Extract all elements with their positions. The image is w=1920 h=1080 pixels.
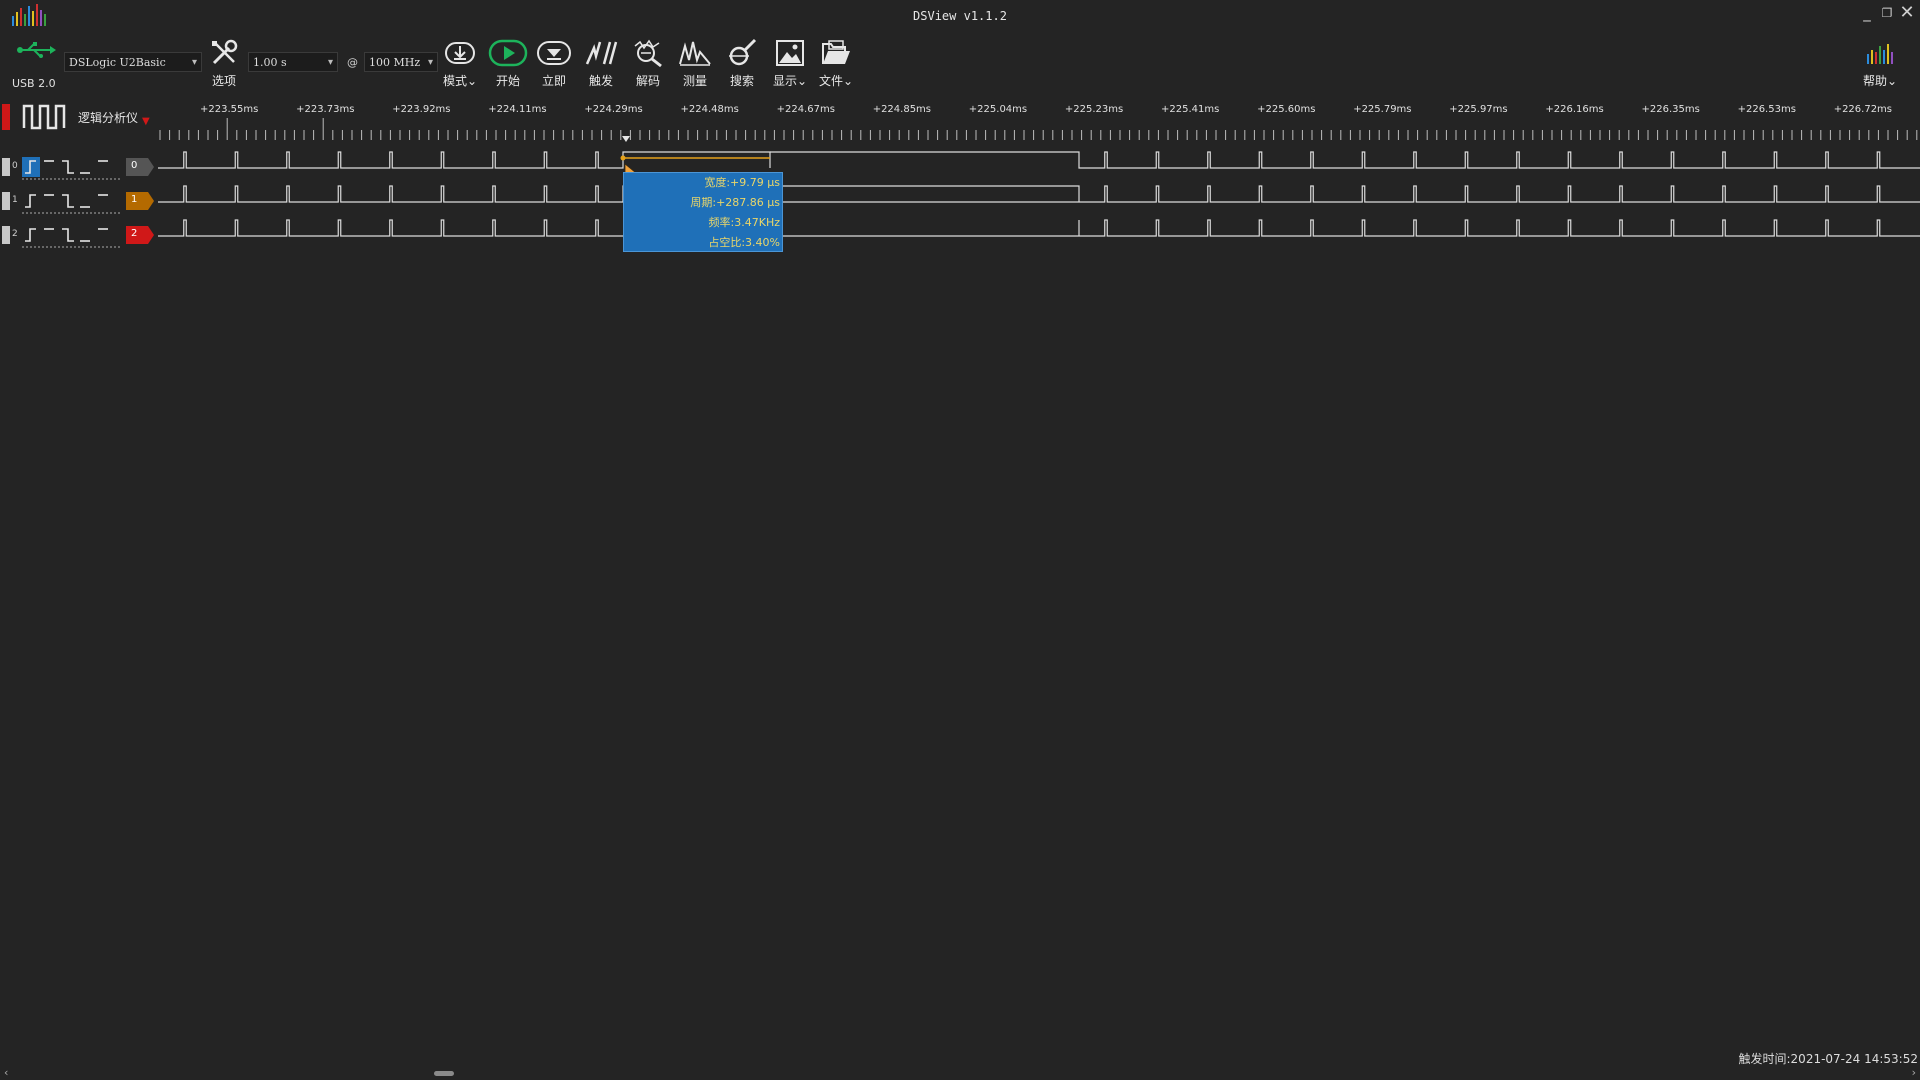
channel-badge-label: 1 [131,194,138,205]
options-label: 选项 [211,74,236,88]
options-button[interactable]: 选项 [202,38,246,94]
square-wave-icon [22,104,66,130]
channel-0-waveform [158,151,771,169]
sample-rate-select[interactable]: 100 MHz ▾ [364,52,438,72]
channel-badge-label: 2 [131,228,138,239]
duration-value: 1.00 s [253,56,287,69]
measurement-cursor-handle[interactable] [620,155,626,161]
chevron-down-icon: ⌄ [466,74,478,88]
analyzer-mode-title[interactable]: 逻辑分析仪 [78,109,138,126]
file-label: 文件⌄ [814,72,858,89]
duration-select[interactable]: 1.00 s ▾ [248,52,338,72]
device-select[interactable]: DSLogic U2Basic ▾ [64,52,202,72]
minimize-button[interactable]: _ [1858,4,1876,22]
display-label: 显示⌄ [768,72,812,89]
file-button[interactable]: 文件⌄ [814,38,858,94]
usb-version-label: USB 2.0 [12,77,56,90]
chevron-down-icon: ▾ [327,57,333,68]
mode-label-text: 模式 [442,74,467,88]
measure-label: 测量 [682,74,707,88]
channel-handle[interactable] [2,226,10,244]
trigger-type-icons[interactable] [22,224,122,248]
ruler-ticks [159,118,1918,142]
mode-button[interactable]: 模式⌄ [438,38,482,94]
device-select-value: DSLogic U2Basic [69,56,166,69]
chevron-down-icon: ⌄ [796,74,808,88]
close-button[interactable]: ✕ [1898,4,1916,22]
trigger-time: 触发时间:2021-07-24 14:53:52 [1738,1052,1919,1066]
image-icon [776,40,804,66]
start-label: 开始 [495,74,520,88]
trigger-icon [585,41,618,65]
usb-icon [17,42,56,58]
chevron-down-icon: ⌄ [1886,74,1898,88]
channel-badge[interactable] [124,225,156,245]
search-button[interactable]: 搜索 [720,38,764,94]
at-label: @ [347,56,358,69]
mode-label: 模式⌄ [438,72,482,89]
help-label-text: 帮助 [1862,74,1887,88]
channel-1-waveform [158,185,1920,203]
channel-badge[interactable] [124,157,156,177]
window-title: DSView v1.1.2 [913,9,1007,23]
time-ruler[interactable]: +223.55ms +223.73ms +223.92ms +224.11ms +224… [158,98,1920,144]
scroll-left-icon[interactable]: ‹ [4,1066,8,1079]
channel-index: 0 [12,161,18,171]
wrench-screwdriver-icon [212,39,238,65]
measure-width: 宽度:+9.79 μs [704,176,780,189]
trigger-type-icons[interactable] [22,156,122,180]
measure-button[interactable]: 测量 [673,38,717,94]
channel-handle[interactable] [2,158,10,176]
scroll-thumb[interactable] [434,1071,454,1076]
play-icon [488,39,528,67]
trigger-label: 触发 [588,74,613,88]
channel-row[interactable]: 22 [0,222,160,250]
help-label: 帮助⌄ [1858,72,1902,89]
display-label-text: 显示 [772,74,797,88]
channel-badge-label: 0 [131,160,138,171]
download-circle-icon [445,42,475,64]
display-button[interactable]: 显示⌄ [768,38,812,94]
channel-handle[interactable] [2,192,10,210]
measure-period: 周期:+287.86 μs [690,196,780,209]
channel-index: 2 [12,229,18,239]
help-button[interactable]: 帮助⌄ [1858,38,1902,94]
chevron-down-icon: ▾ [191,57,197,68]
file-label-text: 文件 [818,74,843,88]
measurement-tooltip: 宽度:+9.79 μs 周期:+287.86 μs 频率:3.47KHz 占空比… [623,172,783,252]
channel-row[interactable]: 00 [0,154,160,182]
trigger-type-icons[interactable] [22,190,122,214]
decode-icon [634,39,662,68]
chevron-down-icon: ▾ [427,57,433,68]
channel-row[interactable]: 11 [0,188,160,216]
channel-2-waveform [158,219,1920,237]
restore-button[interactable]: ❐ [1878,4,1896,22]
start-button[interactable]: 开始 [486,38,530,94]
instant-button[interactable]: 立即 [532,38,576,94]
measure-duty: 占空比:3.40% [708,236,780,249]
analyzer-dropdown-icon[interactable]: ▼ [142,116,150,127]
sample-rate-value: 100 MHz [369,56,421,69]
scroll-right-icon[interactable]: › [1912,1066,1916,1079]
measure-frequency: 频率:3.47KHz [708,216,780,229]
decode-button[interactable]: 解码 [626,38,670,94]
measure-icon [679,41,711,66]
channel-index: 1 [12,195,18,205]
channel-badge[interactable] [124,191,156,211]
horizontal-scrollbar[interactable]: ‹ › [0,1066,1920,1080]
channel-0-waveform-tail [770,151,1920,169]
analyzer-header: 逻辑分析仪 ▼ [0,98,160,136]
trigger-button[interactable]: 触发 [579,38,623,94]
instant-capture-icon [537,41,571,65]
title-bar: DSView v1.1.2 _ ❐ ✕ [0,0,1920,32]
search-label: 搜索 [729,74,754,88]
folder-open-icon [822,40,850,64]
analyzer-color-marker [2,104,10,130]
chevron-down-icon: ⌄ [842,74,854,88]
decode-label: 解码 [635,74,660,88]
waveform-area[interactable] [158,150,1920,260]
instant-label: 立即 [541,74,566,88]
help-logo-icon [1867,44,1893,64]
search-icon [729,38,757,66]
